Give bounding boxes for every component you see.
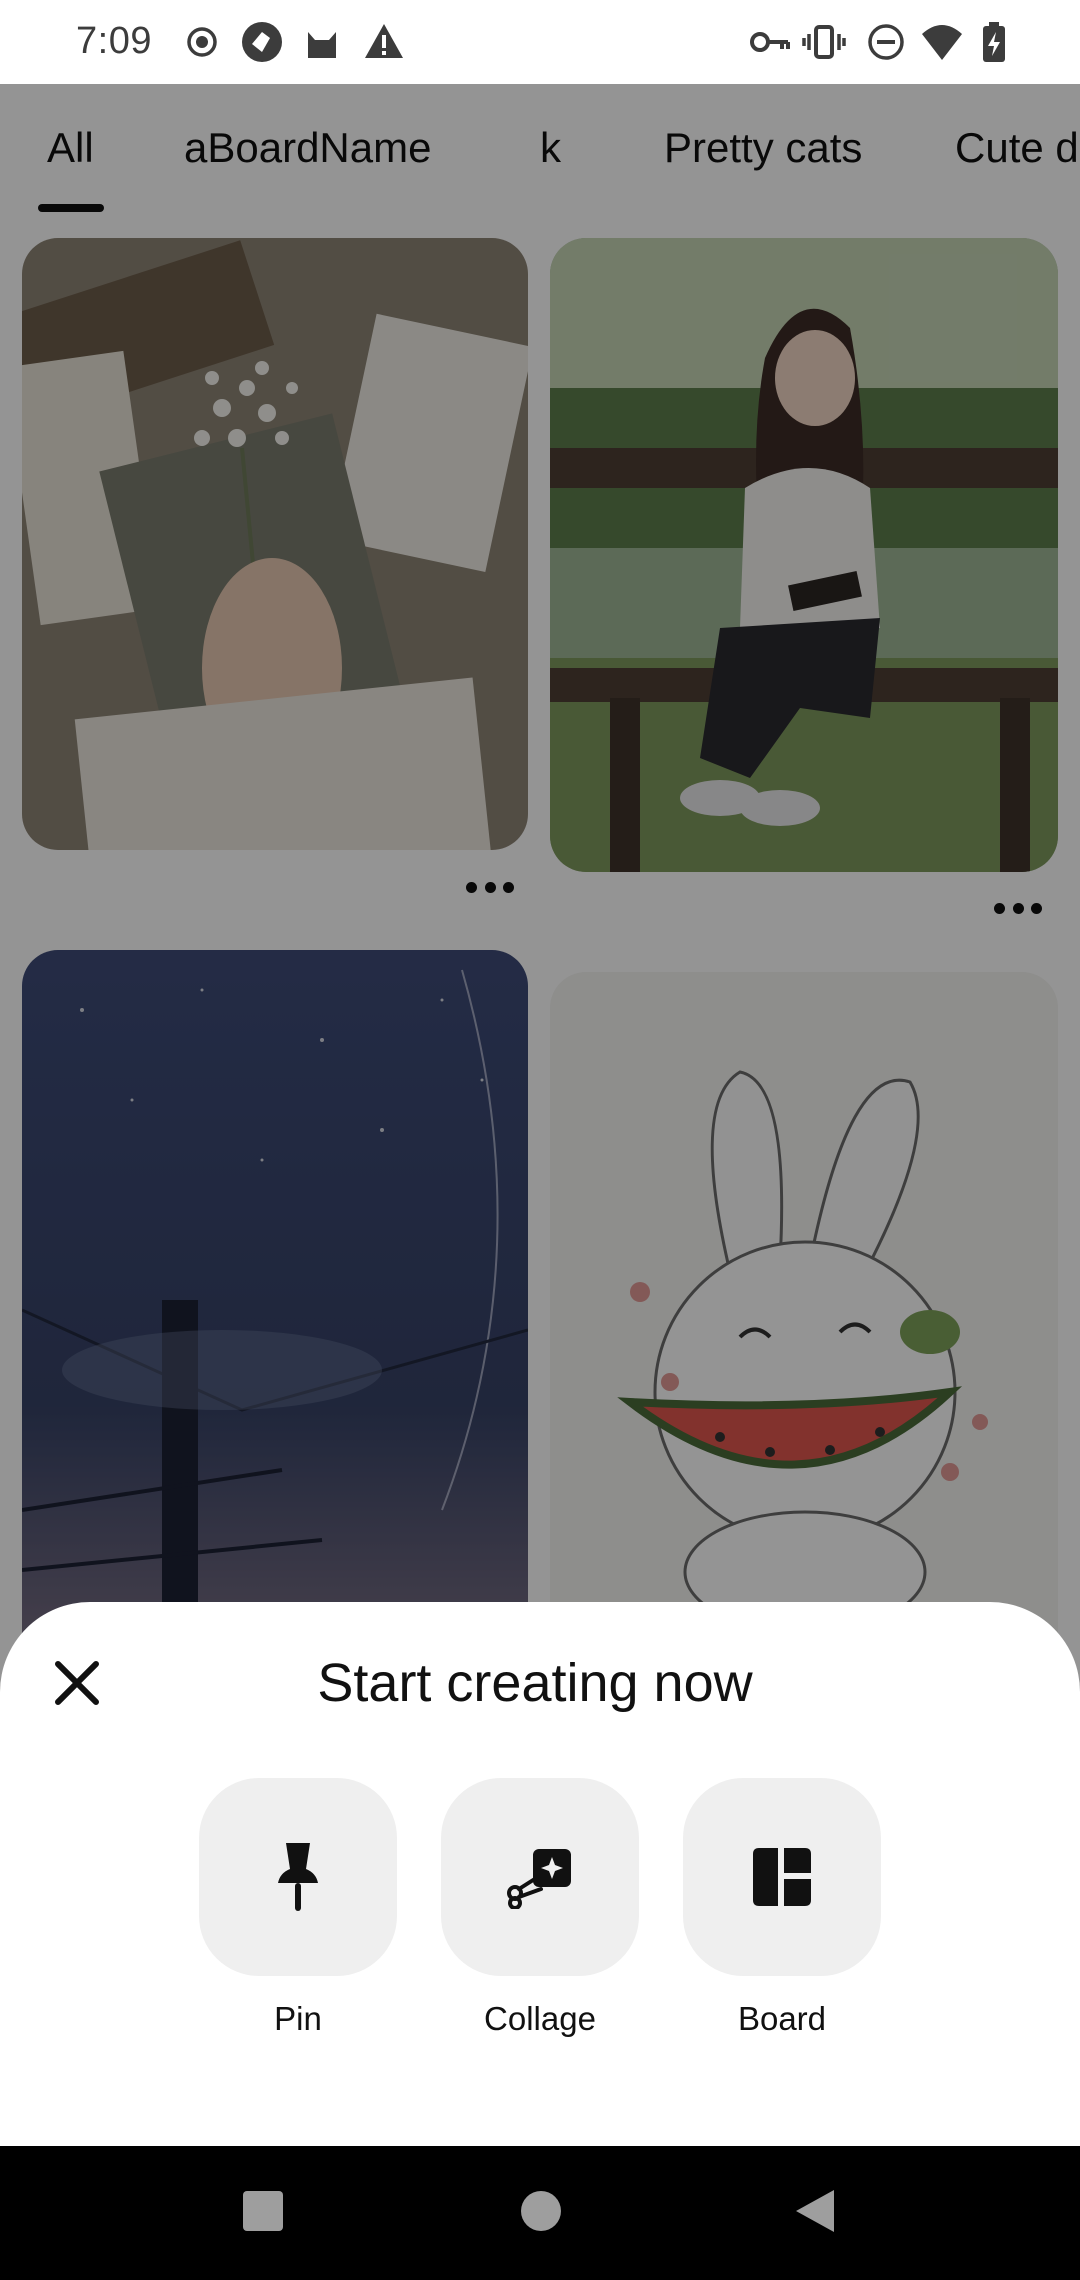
create-bottom-sheet: Start creating now Pin Collage Board: [0, 1602, 1080, 2146]
create-pin-action[interactable]: Pin: [199, 1778, 397, 2038]
create-collage-button[interactable]: [441, 1778, 639, 1976]
recents-icon[interactable]: [242, 2190, 284, 2232]
pushpin-icon: [278, 1843, 318, 1911]
create-pin-label: Pin: [274, 2000, 322, 2037]
vpn-shield-icon: [242, 22, 282, 62]
create-pin-button[interactable]: [199, 1778, 397, 1976]
system-nav-bar: [0, 2146, 1080, 2280]
create-collage-action[interactable]: Collage: [441, 1778, 639, 2038]
dnd-icon: [868, 24, 904, 60]
home-icon[interactable]: [520, 2190, 562, 2232]
record-icon: [187, 27, 217, 57]
warning-icon: [365, 24, 403, 58]
create-board-label: Board: [737, 2000, 827, 2037]
create-board-button[interactable]: [683, 1778, 881, 1976]
scissors-sparkle-icon: [507, 1849, 571, 1909]
board-grid-icon: [753, 1848, 811, 1906]
create-board-action[interactable]: Board: [683, 1778, 881, 2038]
cat-app-icon: [308, 32, 336, 58]
back-icon[interactable]: [794, 2188, 836, 2234]
battery-charging-icon: [983, 22, 1005, 62]
sheet-title: Start creating now: [317, 1653, 753, 1713]
wifi-icon: [922, 25, 962, 60]
status-time: 7:09: [76, 20, 152, 62]
vibrate-icon: [802, 25, 846, 59]
key-icon: [750, 32, 790, 52]
create-collage-label: Collage: [484, 2000, 596, 2037]
status-bar: 7:09: [0, 0, 1080, 84]
